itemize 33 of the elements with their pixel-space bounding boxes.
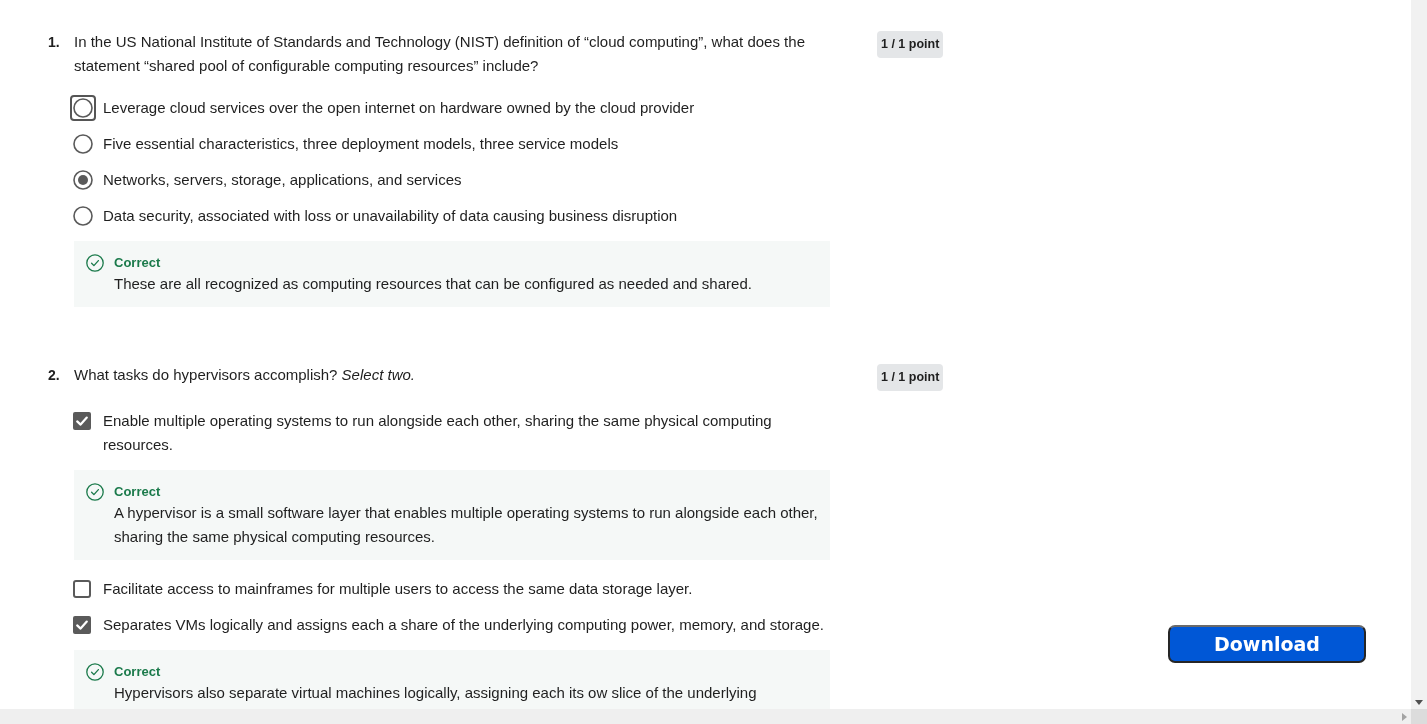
radio-button[interactable] bbox=[73, 134, 93, 154]
radio-button[interactable] bbox=[73, 170, 93, 190]
option-label[interactable]: Five essential characteristics, three deployment models, three service models bbox=[103, 132, 830, 156]
question-number: 2. bbox=[48, 366, 61, 385]
feedback-text: Hypervisors also separate virtual machines logically, assigning each its ow slice of the underlying bbox=[114, 683, 758, 703]
question-text: What tasks do hypervisors accomplish? Select two. bbox=[74, 365, 416, 385]
score-badge: 1 / 1 point bbox=[877, 364, 944, 391]
horizontal-scrollbar[interactable] bbox=[0, 709, 1411, 724]
scrollbar-corner bbox=[1411, 709, 1427, 724]
check-circle-icon bbox=[86, 663, 104, 681]
checkbox[interactable] bbox=[73, 616, 91, 634]
check-circle-icon bbox=[86, 254, 104, 272]
download-button[interactable]: Download bbox=[1168, 625, 1366, 663]
feedback-status: Correct bbox=[114, 483, 162, 501]
feedback-status: Correct bbox=[114, 663, 162, 681]
option-label[interactable]: Separates VMs logically and assigns each a share of the underlying computing power, memory, and storage. bbox=[103, 613, 830, 637]
checkbox[interactable] bbox=[73, 412, 91, 430]
question-number: 1. bbox=[48, 33, 61, 52]
option-label[interactable]: Facilitate access to mainframes for multiple users to access the same data storage layer. bbox=[103, 577, 830, 601]
option-label[interactable]: Leverage cloud services over the open internet on hardware owned by the cloud provider bbox=[103, 96, 830, 120]
checkbox[interactable] bbox=[73, 580, 91, 598]
vertical-scrollbar[interactable] bbox=[1411, 0, 1427, 709]
option-label[interactable]: Networks, servers, storage, applications, and services bbox=[103, 168, 830, 192]
option-label[interactable]: Enable multiple operating systems to run alongside each other, sharing the same physical computing resources. bbox=[103, 409, 830, 457]
radio-button[interactable] bbox=[73, 206, 93, 226]
check-circle-icon bbox=[86, 483, 104, 501]
score-badge: 1 / 1 point bbox=[877, 31, 944, 58]
feedback-text: These are all recognized as computing resources that can be configured as needed and shared. bbox=[114, 274, 753, 294]
question-text: In the US National Institute of Standards and Technology (NIST) definition of “cloud computing”, what does the statement “shared pool of configurable computing resources” include? bbox=[74, 32, 806, 76]
feedback-status: Correct bbox=[114, 254, 162, 272]
feedback-text: A hypervisor is a small software layer that enables multiple operating systems to run alongside each other, sharing the same physical computing resources. bbox=[114, 503, 819, 547]
option-label[interactable]: Data security, associated with loss or unavailability of data causing business disruption bbox=[103, 204, 830, 228]
scroll-down-arrow-icon[interactable] bbox=[1415, 700, 1423, 705]
